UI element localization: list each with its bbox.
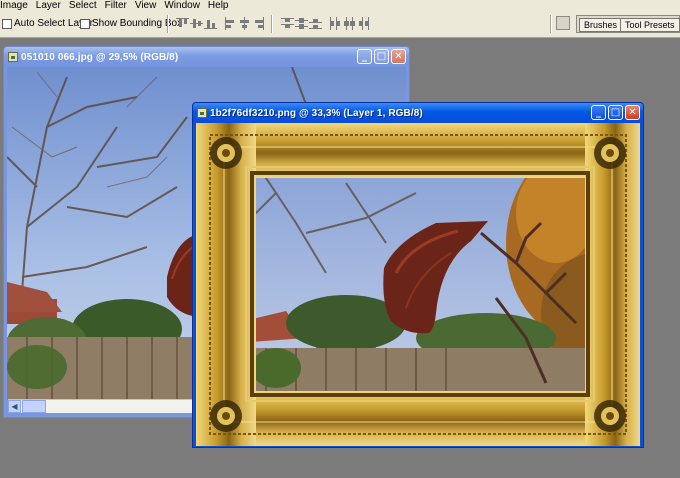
align-left-edges-icon[interactable] [224, 17, 237, 30]
document-canvas[interactable] [196, 123, 640, 446]
document-window-front[interactable]: 1b2f76df3210.png @ 33,3% (Layer 1, RGB/8… [192, 102, 644, 448]
menu-filter[interactable]: Filter [101, 0, 131, 11]
distribute-top-icon[interactable] [281, 17, 294, 30]
minimize-button[interactable]: _ [357, 49, 372, 64]
tab-brushes[interactable]: Brushes [579, 18, 623, 32]
menu-window[interactable]: Window [160, 0, 204, 11]
file-browser-icon[interactable] [556, 16, 570, 30]
align-right-edges-icon[interactable] [252, 17, 265, 30]
menu-bar: Image Layer Select Filter View Window He… [0, 0, 680, 11]
menu-help[interactable]: Help [204, 0, 233, 11]
framed-photo-image [196, 123, 640, 446]
palette-well: Brushes Tool Presets [576, 15, 680, 33]
maximize-button[interactable]: □ [374, 49, 389, 64]
document-title: 051010 066.jpg @ 29,5% (RGB/8) [21, 51, 179, 63]
distribute-bottom-icon[interactable] [309, 17, 322, 30]
distribute-left-icon[interactable] [329, 17, 342, 30]
scroll-left-button[interactable]: ◀ [8, 400, 21, 413]
document-icon [197, 108, 207, 118]
close-button[interactable]: ✕ [391, 49, 406, 64]
title-bar[interactable]: 051010 066.jpg @ 29,5% (RGB/8) _ □ ✕ [4, 47, 409, 67]
distribute-horizontal-centers-icon[interactable] [343, 17, 356, 30]
menu-view[interactable]: View [131, 0, 161, 11]
checkbox-box[interactable] [2, 18, 12, 29]
document-icon [8, 52, 18, 62]
separator [271, 15, 273, 33]
close-button[interactable]: ✕ [625, 105, 640, 120]
menu-layer[interactable]: Layer [32, 0, 65, 11]
distribute-vertical-centers-icon[interactable] [295, 17, 308, 30]
title-bar[interactable]: 1b2f76df3210.png @ 33,3% (Layer 1, RGB/8… [193, 103, 643, 123]
minimize-button[interactable]: _ [591, 105, 606, 120]
tab-tool-presets[interactable]: Tool Presets [620, 18, 680, 32]
checkbox-box[interactable] [80, 18, 90, 29]
menu-select[interactable]: Select [65, 0, 101, 11]
distribute-right-icon[interactable] [357, 17, 370, 30]
align-top-edges-icon[interactable] [176, 17, 189, 30]
menu-image[interactable]: Image [0, 0, 32, 11]
align-bottom-edges-icon[interactable] [204, 17, 217, 30]
align-horizontal-centers-icon[interactable] [238, 17, 251, 30]
align-vertical-centers-icon[interactable] [190, 17, 203, 30]
maximize-button[interactable]: □ [608, 105, 623, 120]
scroll-thumb[interactable] [22, 400, 46, 413]
document-title: 1b2f76df3210.png @ 33,3% (Layer 1, RGB/8… [210, 107, 423, 119]
options-bar: Auto Select Layer Show Bounding Box Brus… [0, 11, 680, 38]
separator [167, 15, 169, 33]
separator [550, 15, 552, 33]
